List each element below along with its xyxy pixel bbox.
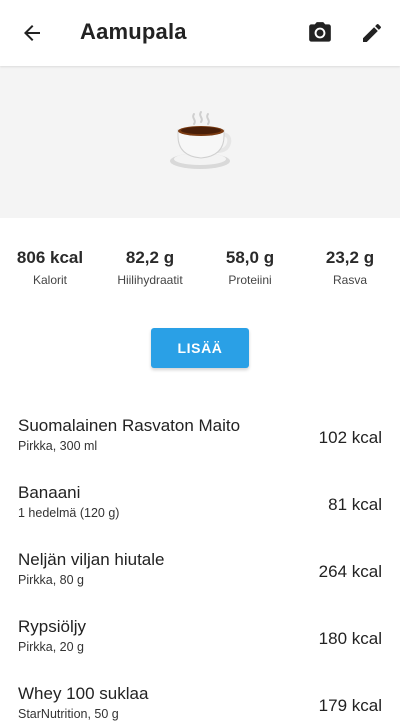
- arrow-back-icon: [24, 25, 40, 41]
- total-fat: 23,2 g Rasva: [300, 248, 400, 287]
- total-value: 58,0 g: [225, 248, 275, 267]
- nutrition-totals: 806 kcal Kalorit 82,2 g Hiilihydraatit 5…: [0, 248, 400, 298]
- food-item-calories: 102 kcal: [318, 428, 382, 447]
- total-value: 23,2 g: [325, 248, 375, 267]
- food-item-detail: Pirkka, 20 g: [18, 640, 85, 654]
- camera-icon: [309, 22, 331, 42]
- back-button[interactable]: [8, 9, 56, 57]
- food-item-calories: 264 kcal: [318, 562, 382, 581]
- food-item[interactable]: Neljän viljan hiutale Pirkka, 80 g 264 k…: [0, 536, 400, 603]
- coffee-cup-icon: [170, 111, 232, 169]
- total-label: Proteiini: [228, 273, 272, 287]
- food-item-name: Banaani: [18, 483, 81, 502]
- edit-button[interactable]: [348, 9, 396, 57]
- food-item[interactable]: Banaani 1 hedelmä (120 g) 81 kcal: [0, 469, 400, 536]
- food-item-name: Neljän viljan hiutale: [18, 550, 165, 569]
- food-item-calories: 81 kcal: [328, 495, 382, 514]
- total-label: Rasva: [332, 273, 367, 287]
- camera-button[interactable]: [296, 9, 344, 57]
- meal-image-area: [0, 66, 400, 218]
- food-item-list: Suomalainen Rasvaton Maito Pirkka, 300 m…: [0, 402, 400, 725]
- food-item-calories: 180 kcal: [318, 629, 382, 648]
- food-item-detail: StarNutrition, 50 g: [18, 707, 119, 721]
- page-title: Aamupala: [80, 19, 187, 44]
- food-item-name: Rypsiöljy: [18, 617, 87, 636]
- total-calories: 806 kcal Kalorit: [0, 248, 100, 287]
- food-item-detail: Pirkka, 80 g: [18, 573, 85, 587]
- food-item-name: Whey 100 suklaa: [18, 684, 149, 703]
- app-bar: Aamupala: [0, 0, 400, 66]
- add-food-button[interactable]: LISÄÄ: [151, 328, 249, 368]
- food-item[interactable]: Rypsiöljy Pirkka, 20 g 180 kcal: [0, 603, 400, 670]
- food-item-detail: 1 hedelmä (120 g): [18, 506, 120, 520]
- total-label: Kalorit: [32, 273, 67, 287]
- total-value: 82,2 g: [125, 248, 175, 267]
- food-item-detail: Pirkka, 300 ml: [18, 439, 98, 453]
- food-item-calories: 179 kcal: [318, 696, 382, 715]
- total-carbohydrates: 82,2 g Hiilihydraatit: [100, 248, 200, 287]
- food-item[interactable]: Whey 100 suklaa StarNutrition, 50 g 179 …: [0, 670, 400, 725]
- food-item-name: Suomalainen Rasvaton Maito: [18, 416, 241, 435]
- food-item[interactable]: Suomalainen Rasvaton Maito Pirkka, 300 m…: [0, 402, 400, 469]
- total-protein: 58,0 g Proteiini: [200, 248, 300, 287]
- pencil-icon: [363, 23, 382, 42]
- total-value: 806 kcal: [16, 248, 84, 267]
- total-label: Hiilihydraatit: [117, 273, 183, 287]
